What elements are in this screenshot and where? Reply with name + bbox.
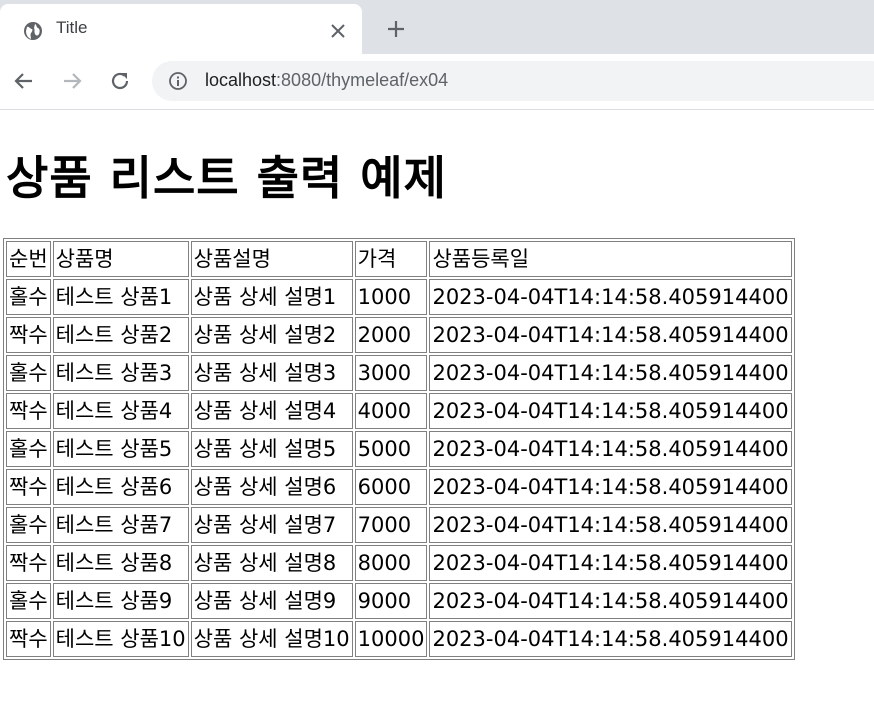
table-row: 짝수 테스트 상품8 상품 상세 설명8 8000 2023-04-04T14:14:5…: [6, 545, 792, 581]
cell-index: 짝수: [6, 393, 51, 429]
url-host: localhost: [205, 70, 277, 90]
cell-product-name: 테스트 상품8: [52, 545, 189, 581]
forward-arrow-icon[interactable]: [59, 68, 85, 94]
cell-price: 5000: [354, 431, 428, 467]
header-price: 가격: [354, 241, 428, 277]
cell-product-name: 테스트 상품6: [52, 469, 189, 505]
cell-registered-date: 2023-04-04T14:14:58.405914400: [429, 279, 792, 315]
cell-index: 홀수: [6, 355, 51, 391]
table-row: 짝수 테스트 상품4 상품 상세 설명4 4000 2023-04-04T14:14:5…: [6, 393, 792, 429]
tab-title: Title: [56, 18, 88, 37]
table-row: 홀수 테스트 상품9 상품 상세 설명9 9000 2023-04-04T14:14:5…: [6, 583, 792, 619]
cell-registered-date: 2023-04-04T14:14:58.405914400: [429, 393, 792, 429]
cell-index: 짝수: [6, 317, 51, 353]
table-row: 홀수 테스트 상품7 상품 상세 설명7 7000 2023-04-04T14:14:5…: [6, 507, 792, 543]
plus-icon[interactable]: [384, 17, 408, 41]
cell-product-description: 상품 상세 설명2: [190, 317, 353, 353]
cell-product-description: 상품 상세 설명6: [190, 469, 353, 505]
cell-product-description: 상품 상세 설명7: [190, 507, 353, 543]
cell-product-name: 테스트 상품9: [52, 583, 189, 619]
cell-index: 홀수: [6, 507, 51, 543]
cell-index: 짝수: [6, 621, 51, 657]
cell-price: 7000: [354, 507, 428, 543]
cell-product-name: 테스트 상품4: [52, 393, 189, 429]
close-icon[interactable]: [328, 21, 348, 41]
globe-icon: [24, 22, 42, 40]
cell-index: 짝수: [6, 545, 51, 581]
tab-strip: Title: [0, 0, 874, 54]
cell-registered-date: 2023-04-04T14:14:58.405914400: [429, 583, 792, 619]
browser-toolbar: localhost:8080/thymeleaf/ex04: [0, 54, 874, 110]
table-row: 짝수 테스트 상품6 상품 상세 설명6 6000 2023-04-04T14:14:5…: [6, 469, 792, 505]
cell-price: 10000: [354, 621, 428, 657]
address-bar[interactable]: localhost:8080/thymeleaf/ex04: [152, 61, 874, 101]
header-product-description: 상품설명: [190, 241, 353, 277]
cell-product-description: 상품 상세 설명10: [190, 621, 353, 657]
cell-registered-date: 2023-04-04T14:14:58.405914400: [429, 431, 792, 467]
cell-product-description: 상품 상세 설명5: [190, 431, 353, 467]
cell-product-description: 상품 상세 설명4: [190, 393, 353, 429]
cell-index: 홀수: [6, 583, 51, 619]
url-path: :8080/thymeleaf/ex04: [276, 70, 449, 90]
reload-icon[interactable]: [107, 68, 133, 94]
cell-index: 짝수: [6, 469, 51, 505]
cell-registered-date: 2023-04-04T14:14:58.405914400: [429, 317, 792, 353]
cell-product-name: 테스트 상품10: [52, 621, 189, 657]
cell-price: 4000: [354, 393, 428, 429]
cell-product-description: 상품 상세 설명9: [190, 583, 353, 619]
product-table: 순번 상품명 상품설명 가격 상품등록일 홀수 테스트 상품1 상품 상세 설명1 1…: [3, 238, 795, 660]
cell-price: 3000: [354, 355, 428, 391]
cell-product-description: 상품 상세 설명3: [190, 355, 353, 391]
table-row: 홀수 테스트 상품5 상품 상세 설명5 5000 2023-04-04T14:14:5…: [6, 431, 792, 467]
url-text: localhost:8080/thymeleaf/ex04: [205, 70, 448, 91]
cell-registered-date: 2023-04-04T14:14:58.405914400: [429, 621, 792, 657]
table-row: 홀수 테스트 상품3 상품 상세 설명3 3000 2023-04-04T14:14:5…: [6, 355, 792, 391]
table-row: 짝수 테스트 상품2 상품 상세 설명2 2000 2023-04-04T14:14:5…: [6, 317, 792, 353]
cell-product-description: 상품 상세 설명8: [190, 545, 353, 581]
info-icon[interactable]: [168, 71, 188, 91]
cell-registered-date: 2023-04-04T14:14:58.405914400: [429, 355, 792, 391]
cell-product-name: 테스트 상품2: [52, 317, 189, 353]
header-product-name: 상품명: [52, 241, 189, 277]
cell-product-name: 테스트 상품3: [52, 355, 189, 391]
header-index: 순번: [6, 241, 51, 277]
cell-registered-date: 2023-04-04T14:14:58.405914400: [429, 469, 792, 505]
cell-price: 8000: [354, 545, 428, 581]
cell-price: 9000: [354, 583, 428, 619]
cell-index: 홀수: [6, 431, 51, 467]
cell-product-name: 테스트 상품5: [52, 431, 189, 467]
cell-price: 6000: [354, 469, 428, 505]
back-arrow-icon[interactable]: [11, 68, 37, 94]
browser-tab[interactable]: Title: [0, 4, 362, 54]
cell-price: 2000: [354, 317, 428, 353]
cell-registered-date: 2023-04-04T14:14:58.405914400: [429, 545, 792, 581]
cell-index: 홀수: [6, 279, 51, 315]
header-registered-date: 상품등록일: [429, 241, 792, 277]
cell-product-name: 테스트 상품7: [52, 507, 189, 543]
cell-registered-date: 2023-04-04T14:14:58.405914400: [429, 507, 792, 543]
cell-product-description: 상품 상세 설명1: [190, 279, 353, 315]
table-row: 홀수 테스트 상품1 상품 상세 설명1 1000 2023-04-04T14:14:5…: [6, 279, 792, 315]
table-row: 짝수 테스트 상품10 상품 상세 설명10 10000 2023-04-04T14:1…: [6, 621, 792, 657]
page-title: 상품 리스트 출력 예제: [6, 151, 447, 205]
table-header-row: 순번 상품명 상품설명 가격 상품등록일: [6, 241, 792, 277]
cell-product-name: 테스트 상품1: [52, 279, 189, 315]
cell-price: 1000: [354, 279, 428, 315]
